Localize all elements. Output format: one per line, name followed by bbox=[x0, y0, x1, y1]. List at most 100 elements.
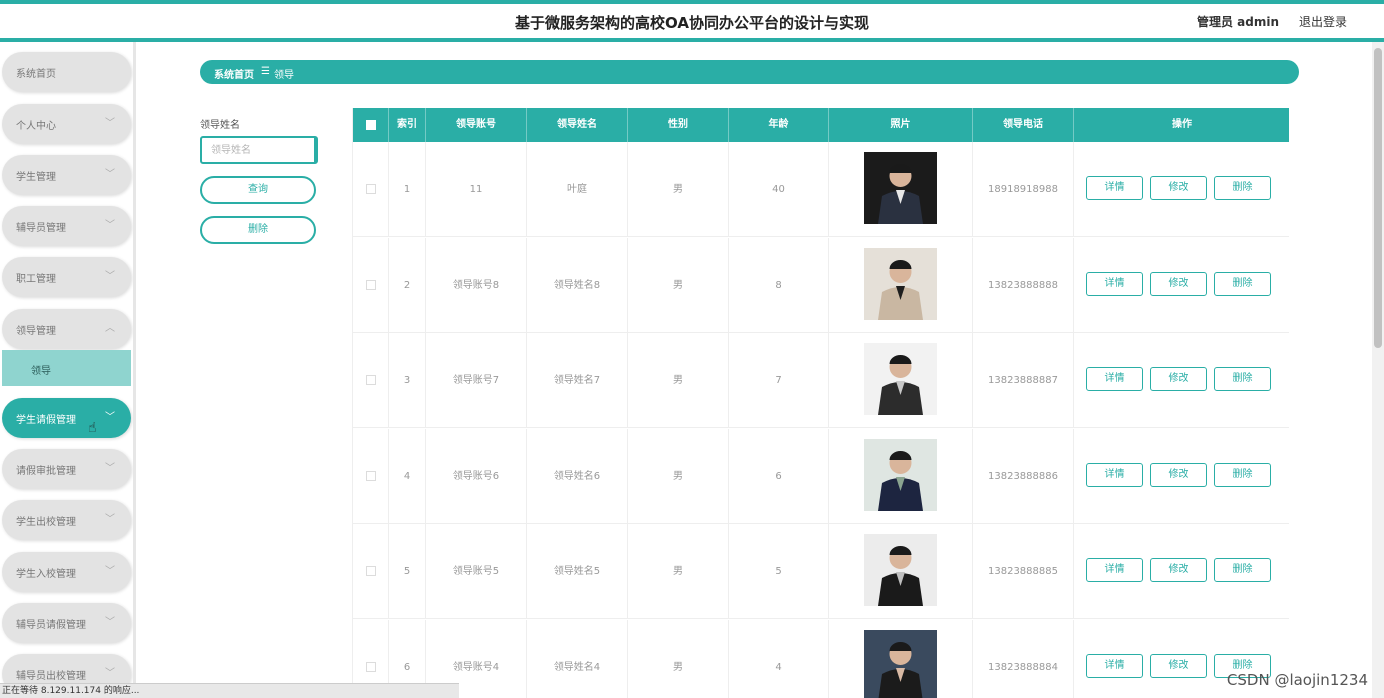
sidebar-item-label: 学生请假管理 bbox=[16, 415, 76, 426]
detail-button[interactable]: 详情 bbox=[1086, 462, 1143, 487]
chevron-down-icon: ﹀ bbox=[105, 668, 115, 679]
row-checkbox[interactable] bbox=[366, 566, 376, 576]
header: 基于微服务架构的高校OA协同办公平台的设计与实现 管理员 admin 退出登录 bbox=[0, 4, 1384, 38]
column-header-name: 领导姓名 bbox=[527, 108, 628, 142]
page-scrollbar[interactable] bbox=[1372, 42, 1384, 698]
column-header-index: 索引 bbox=[389, 108, 426, 142]
chevron-up-icon: ︿ bbox=[105, 323, 115, 334]
row-select-cell bbox=[353, 333, 389, 428]
scrollbar-thumb[interactable] bbox=[1374, 48, 1382, 348]
breadcrumb-home[interactable]: 系统首页 bbox=[214, 66, 254, 81]
leader-name-search-input[interactable] bbox=[200, 136, 318, 164]
edit-button[interactable]: 修改 bbox=[1150, 462, 1207, 487]
cell-name: 领导姓名5 bbox=[527, 524, 628, 619]
delete-button[interactable]: 删除 bbox=[1214, 462, 1271, 487]
cell-name: 领导姓名6 bbox=[527, 428, 628, 524]
cell-gender: 男 bbox=[628, 428, 729, 524]
leader-photo bbox=[864, 247, 937, 320]
row-select-cell bbox=[353, 428, 389, 524]
sidebar-item-student-exit[interactable]: 学生出校管理 ﹀ bbox=[2, 500, 131, 540]
table-row: 4 领导账号6 领导姓名6 男 6 13823888886 详情 修改 删除 bbox=[353, 428, 1289, 524]
edit-button[interactable]: 修改 bbox=[1150, 176, 1207, 200]
delete-button[interactable]: 删除 bbox=[1214, 367, 1271, 391]
edit-button[interactable]: 修改 bbox=[1150, 271, 1207, 296]
detail-button[interactable]: 详情 bbox=[1086, 271, 1143, 296]
sidebar-item-counselors[interactable]: 辅导员管理 ﹀ bbox=[2, 206, 131, 246]
cell-phone: 13823888886 bbox=[973, 428, 1074, 524]
edit-button[interactable]: 修改 bbox=[1150, 367, 1207, 391]
row-checkbox[interactable] bbox=[366, 470, 376, 481]
leader-table: 索引 领导账号 领导姓名 性别 年龄 照片 领导电话 操作 1 11 叶庭 男 … bbox=[352, 108, 1289, 698]
sidebar-item-leave-approval[interactable]: 请假审批管理 ﹀ bbox=[2, 449, 131, 489]
detail-button[interactable]: 详情 bbox=[1086, 558, 1143, 582]
leader-photo bbox=[864, 152, 937, 224]
cell-gender: 男 bbox=[628, 619, 729, 698]
row-checkbox[interactable] bbox=[366, 375, 376, 385]
table-row: 1 11 叶庭 男 40 18918918988 详情 修改 删除 bbox=[353, 142, 1289, 237]
column-header-account: 领导账号 bbox=[426, 108, 527, 142]
breadcrumb-separator-icon: ☰ bbox=[261, 66, 270, 77]
cell-gender: 男 bbox=[628, 333, 729, 428]
sidebar-item-counselor-leave[interactable]: 辅导员请假管理 ﹀ bbox=[2, 603, 131, 643]
hand-cursor-icon: ☝ bbox=[88, 420, 97, 436]
sidebar-item-label: 辅导员请假管理 bbox=[16, 620, 86, 631]
cell-gender: 男 bbox=[628, 524, 729, 619]
column-header-gender: 性别 bbox=[628, 108, 729, 142]
header-divider bbox=[0, 38, 1384, 42]
cell-gender: 男 bbox=[628, 237, 729, 333]
row-select-cell bbox=[353, 237, 389, 333]
edit-button[interactable]: 修改 bbox=[1150, 653, 1207, 678]
detail-button[interactable]: 详情 bbox=[1086, 653, 1143, 678]
detail-button[interactable]: 详情 bbox=[1086, 176, 1143, 200]
cell-index: 1 bbox=[389, 142, 426, 237]
sidebar-subitem-label: 领导 bbox=[31, 366, 51, 377]
cell-phone: 13823888888 bbox=[973, 237, 1074, 333]
sidebar-item-label: 学生入校管理 bbox=[16, 569, 76, 580]
edit-button[interactable]: 修改 bbox=[1150, 558, 1207, 582]
select-all-column bbox=[353, 108, 389, 142]
row-checkbox[interactable] bbox=[366, 279, 376, 290]
cell-age: 5 bbox=[729, 524, 829, 619]
leader-photo bbox=[864, 343, 937, 415]
sidebar-item-students[interactable]: 学生管理 ﹀ bbox=[2, 155, 131, 195]
chevron-down-icon: ﹀ bbox=[105, 169, 115, 180]
sidebar-item-label: 辅导员出校管理 bbox=[16, 671, 86, 682]
sidebar-item-student-leave[interactable]: 学生请假管理 ﹀ bbox=[2, 398, 131, 438]
watermark: CSDN @laojin1234 bbox=[1226, 671, 1368, 689]
cell-age: 8 bbox=[729, 237, 829, 333]
delete-button[interactable]: 删除 bbox=[1214, 271, 1271, 296]
sidebar-item-label: 系统首页 bbox=[16, 69, 56, 80]
sidebar-item-home[interactable]: 系统首页 bbox=[2, 52, 131, 92]
leader-photo bbox=[864, 438, 937, 511]
chevron-down-icon: ﹀ bbox=[105, 463, 115, 474]
search-label: 领导姓名 bbox=[200, 120, 240, 131]
cell-age: 7 bbox=[729, 333, 829, 428]
sidebar-item-staff[interactable]: 职工管理 ﹀ bbox=[2, 257, 131, 297]
delete-button[interactable]: 删除 bbox=[1214, 176, 1271, 200]
batch-delete-button[interactable]: 删除 bbox=[200, 216, 316, 244]
sidebar-item-label: 学生出校管理 bbox=[16, 517, 76, 528]
row-checkbox[interactable] bbox=[366, 661, 376, 672]
sidebar-item-student-entry[interactable]: 学生入校管理 ﹀ bbox=[2, 552, 131, 592]
sidebar-item-leaders[interactable]: 领导管理 ︿ bbox=[2, 309, 131, 349]
sidebar-item-profile[interactable]: 个人中心 ﹀ bbox=[2, 104, 131, 144]
query-button[interactable]: 查询 bbox=[200, 176, 316, 204]
breadcrumb: 系统首页 ☰ 领导 bbox=[200, 60, 1299, 84]
chevron-down-icon: ﹀ bbox=[105, 271, 115, 282]
cell-index: 5 bbox=[389, 524, 426, 619]
table-row: 6 领导账号4 领导姓名4 男 4 13823888884 详情 修改 删除 bbox=[353, 619, 1289, 698]
row-select-cell bbox=[353, 142, 389, 237]
browser-status-bar: 正在等待 8.129.11.174 的响应... bbox=[0, 683, 459, 698]
cell-account: 领导账号8 bbox=[426, 237, 527, 333]
sidebar-subitem-leader[interactable]: 领导 bbox=[2, 350, 131, 386]
cell-name: 领导姓名4 bbox=[527, 619, 628, 698]
sidebar-item-label: 请假审批管理 bbox=[16, 466, 76, 477]
delete-button[interactable]: 删除 bbox=[1214, 558, 1271, 582]
select-all-checkbox[interactable] bbox=[366, 120, 376, 130]
row-checkbox[interactable] bbox=[366, 184, 376, 194]
sidebar: 系统首页 个人中心 ﹀ 学生管理 ﹀ 辅导员管理 ﹀ 职工管理 ﹀ 领导管理 ︿… bbox=[0, 42, 136, 698]
detail-button[interactable]: 详情 bbox=[1086, 367, 1143, 391]
cell-account: 领导账号5 bbox=[426, 524, 527, 619]
chevron-down-icon: ﹀ bbox=[105, 514, 115, 525]
logout-link[interactable]: 退出登录 bbox=[1299, 13, 1347, 30]
